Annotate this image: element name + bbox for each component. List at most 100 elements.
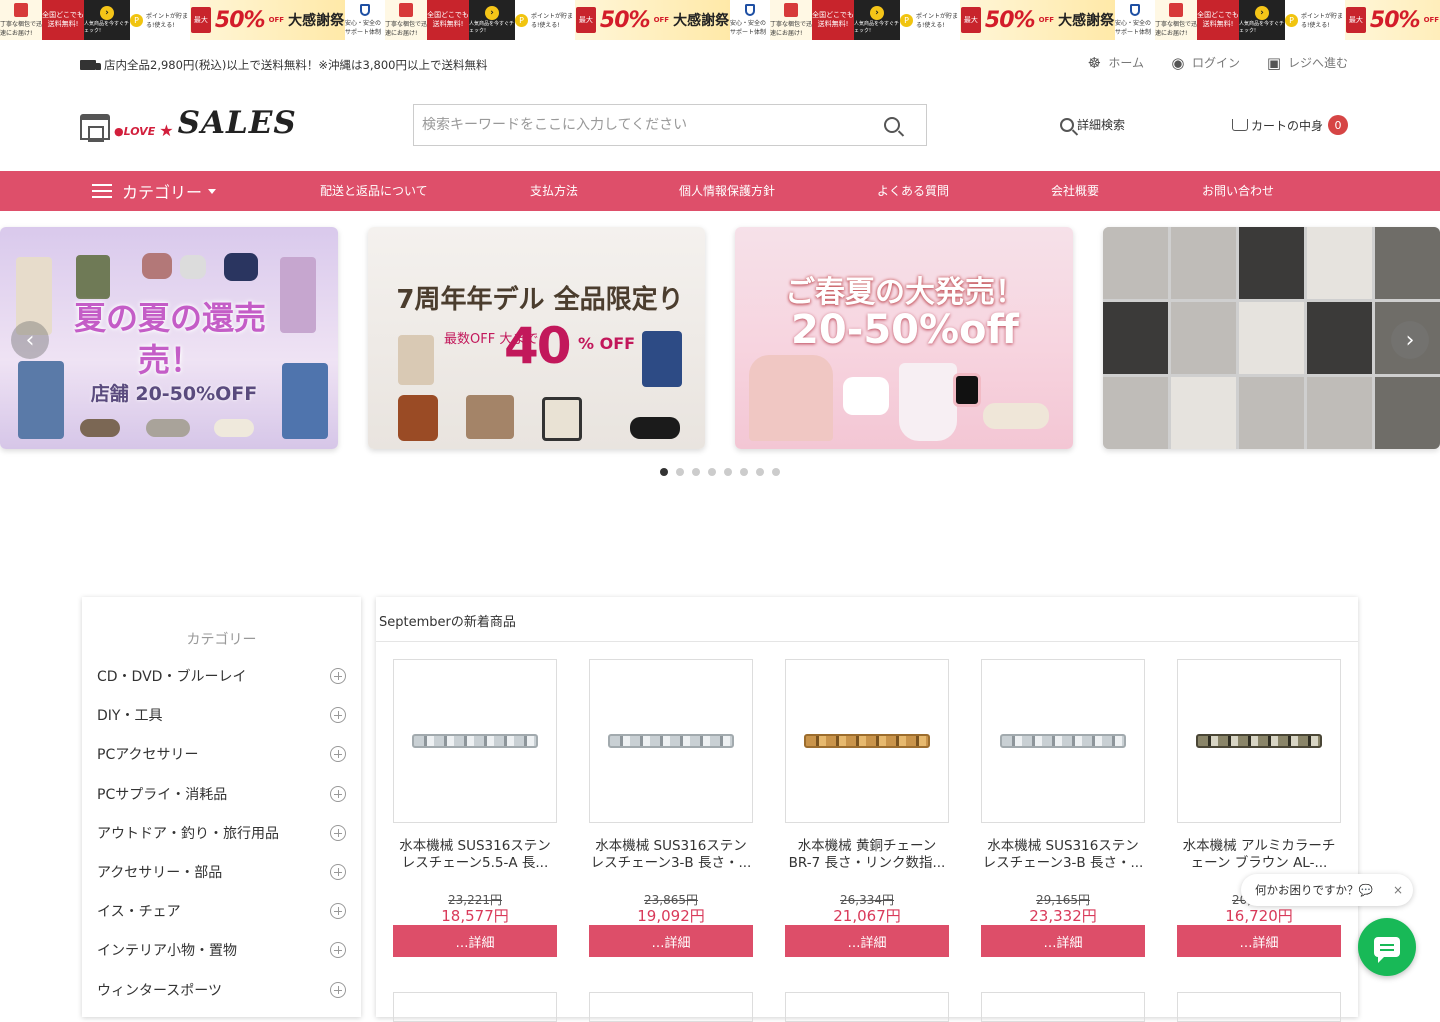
- product-name[interactable]: 水本機械 SUS316ステンレスチェーン5.5-A 長...: [393, 838, 557, 872]
- promo-points: P ポイントが貯まる!使える!: [1285, 0, 1345, 40]
- promo-gift: 丁寧な梱包で迅速にお届け!: [0, 0, 42, 40]
- new-products-panel: Septemberの新着商品 水本機械 SUS316ステンレスチェーン5.5-A…: [376, 597, 1358, 1022]
- nav-item-faq[interactable]: よくある質問: [877, 171, 949, 211]
- slide-title: ご春夏の大発売！: [785, 275, 1025, 310]
- chat-tooltip-text: 何かお困りですか？💬: [1255, 883, 1373, 897]
- sidebar-category-item[interactable]: PCサプライ・消耗品: [97, 782, 346, 806]
- expand-plus-icon[interactable]: [330, 864, 346, 880]
- detail-button[interactable]: …詳細: [1177, 925, 1341, 957]
- nav-item-company[interactable]: 会社概要: [1051, 171, 1099, 211]
- search-input[interactable]: [414, 105, 884, 145]
- expand-plus-icon[interactable]: [330, 981, 346, 998]
- carousel-dot[interactable]: [756, 468, 764, 476]
- nav-item-privacy[interactable]: 個人情報保護方針: [679, 171, 775, 211]
- chevron-right-icon: ›: [1405, 327, 1415, 353]
- promo-banner-strip[interactable]: 丁寧な梱包で迅速にお届け! 全国どこでも送料無料! › 人気商品を今すぐチェック! P ポ…: [0, 0, 1440, 40]
- expand-plus-icon[interactable]: [330, 785, 346, 802]
- sidebar-category-item[interactable]: CD・DVD・ブルーレイ: [97, 664, 346, 688]
- product-name[interactable]: 水本機械 SUS316ステンレスチェーン3-B 長さ・...: [589, 838, 753, 872]
- top-links: ☸ ホーム ◉ ログイン ▣ レジへ進む: [1086, 54, 1348, 71]
- product-image[interactable]: [785, 659, 949, 823]
- checkout-link[interactable]: ▣ レジへ進む: [1266, 54, 1348, 71]
- expand-plus-icon[interactable]: [330, 903, 346, 920]
- product-card[interactable]: [981, 992, 1145, 1022]
- expand-plus-icon[interactable]: [330, 942, 346, 959]
- detail-button[interactable]: …詳細: [589, 925, 753, 957]
- nav-item-shipping[interactable]: 配送と返品について: [320, 171, 428, 211]
- sidebar-category-item[interactable]: アクセサリー・部品: [97, 860, 346, 884]
- points-icon: P: [515, 13, 528, 27]
- detail-button[interactable]: …詳細: [393, 925, 557, 957]
- promo-gift: 丁寧な梱包で迅速にお届け!: [770, 0, 812, 40]
- product-name[interactable]: 水本機械 SUS316ステンレスチェーン3-B 長さ・...: [981, 838, 1145, 872]
- product-image[interactable]: [1177, 659, 1341, 823]
- product-old-price: 26,334円: [840, 893, 894, 907]
- category-menu-toggle[interactable]: カテゴリー: [92, 171, 217, 211]
- main-nav: カテゴリー 配送と返品について 支払方法 個人情報保護方針 よくある質問 会社概…: [0, 171, 1440, 211]
- expand-plus-icon[interactable]: [330, 824, 346, 841]
- product-old-price: 29,165円: [1036, 893, 1090, 907]
- product-name[interactable]: 水本機械 黄銅チェーン BR-7 長さ・リンク数指...: [785, 838, 949, 872]
- site-logo[interactable]: ●LOVE ★ SALES: [80, 106, 297, 142]
- nav-item-payment[interactable]: 支払方法: [530, 171, 578, 211]
- gift-icon: [1169, 3, 1183, 17]
- product-card[interactable]: [1177, 992, 1341, 1022]
- carousel-dots: [660, 468, 780, 476]
- carousel-slide[interactable]: 夏の夏の還売売！ 店舗 20-50%OFF: [0, 227, 338, 449]
- chain-image: [1196, 734, 1322, 748]
- login-link[interactable]: ◉ ログイン: [1170, 54, 1240, 71]
- advanced-search-link[interactable]: 詳細検索: [1060, 116, 1125, 133]
- close-icon[interactable]: ×: [1393, 883, 1403, 897]
- product-card: 水本機械 SUS316ステンレスチェーン3-B 長さ・... 29,165円 23,…: [981, 659, 1145, 957]
- product-image[interactable]: [981, 659, 1145, 823]
- sidebar-category-item[interactable]: ウィンタースポーツ: [97, 978, 346, 1002]
- product-name[interactable]: 水本機械 アルミカラーチェーン ブラウン AL-...: [1177, 838, 1341, 872]
- sidebar-category-label: DIY・工具: [97, 708, 163, 725]
- chat-tooltip[interactable]: 何かお困りですか？💬 ×: [1241, 874, 1413, 906]
- sidebar-category-label: インテリア小物・置物: [97, 943, 237, 960]
- cart-link[interactable]: カートの中身 0: [1232, 115, 1349, 135]
- home-icon: ☸: [1087, 53, 1102, 72]
- expand-plus-icon[interactable]: [330, 746, 346, 763]
- sidebar-category-item[interactable]: イス・チェア: [97, 899, 346, 923]
- carousel-prev-button[interactable]: ‹: [11, 321, 49, 359]
- home-link[interactable]: ☸ ホーム: [1086, 54, 1144, 71]
- carousel-dot[interactable]: [676, 468, 684, 476]
- divider: [376, 641, 1358, 642]
- carousel-dot[interactable]: [772, 468, 780, 476]
- carousel-slide[interactable]: [1103, 227, 1440, 449]
- carousel-next-button[interactable]: ›: [1391, 321, 1429, 359]
- detail-button[interactable]: …詳細: [785, 925, 949, 957]
- sidebar-heading: カテゴリー: [186, 632, 257, 648]
- product-card[interactable]: [785, 992, 949, 1022]
- expand-plus-icon[interactable]: [330, 707, 346, 724]
- product-image[interactable]: [393, 659, 557, 823]
- section-title: Septemberの新着商品: [379, 615, 516, 630]
- carousel-dot[interactable]: [660, 468, 668, 476]
- category-menu-label: カテゴリー: [122, 183, 203, 202]
- product-card[interactable]: [393, 992, 557, 1022]
- sidebar-category-item[interactable]: DIY・工具: [97, 703, 346, 727]
- nav-item-contact[interactable]: お問い合わせ: [1202, 171, 1274, 211]
- gift-icon: [784, 3, 798, 17]
- gift-icon: [14, 3, 28, 17]
- product-card: 水本機械 SUS316ステンレスチェーン3-B 長さ・... 23,865円 19,…: [589, 659, 753, 957]
- product-image[interactable]: [589, 659, 753, 823]
- sidebar-category-item[interactable]: インテリア小物・置物: [97, 938, 346, 962]
- carousel-dot[interactable]: [692, 468, 700, 476]
- detail-button[interactable]: …詳細: [981, 925, 1145, 957]
- home-link-label: ホーム: [1108, 56, 1144, 70]
- search-icon[interactable]: [884, 117, 900, 133]
- search-icon: [1060, 117, 1074, 132]
- product-card[interactable]: [589, 992, 753, 1022]
- carousel-dot[interactable]: [740, 468, 748, 476]
- sidebar-category-item[interactable]: アウトドア・釣り・旅行用品: [97, 821, 346, 845]
- expand-plus-icon[interactable]: [330, 668, 346, 684]
- carousel-dot[interactable]: [708, 468, 716, 476]
- carousel-slide[interactable]: ご春夏の大発売！ 20-50%off: [735, 227, 1073, 449]
- chat-button[interactable]: [1358, 918, 1416, 976]
- sidebar-category-item[interactable]: PCアクセサリー: [97, 742, 346, 766]
- carousel-dot[interactable]: [724, 468, 732, 476]
- promo-points: P ポイントが貯まる!使える!: [515, 0, 575, 40]
- carousel-slide[interactable]: 7周年年デル 全品限定り 最数OFF 大まで 40 % OFF: [368, 227, 705, 449]
